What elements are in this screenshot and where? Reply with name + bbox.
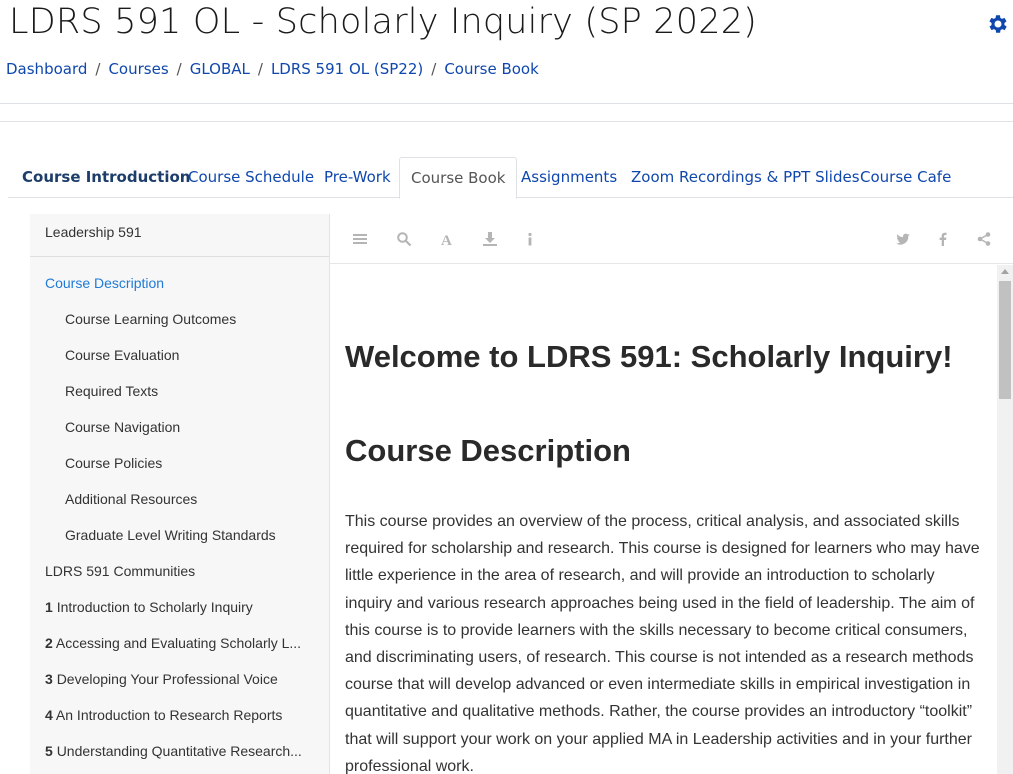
info-icon[interactable] <box>522 231 538 247</box>
chapter-number: 4 <box>45 707 53 723</box>
toc-item[interactable]: Additional Resources <box>30 491 315 507</box>
course-tabs: Course Introduction Course Schedule Pre-… <box>8 157 1013 199</box>
content-scrollbar[interactable] <box>997 265 1013 774</box>
list-icon[interactable] <box>352 231 368 247</box>
toc-item[interactable]: Required Texts <box>30 383 315 399</box>
toc-item-label: Introduction to Scholarly Inquiry <box>56 599 253 615</box>
search-icon[interactable] <box>396 231 412 247</box>
tab-course-book[interactable]: Course Book <box>399 157 518 199</box>
toc-heading[interactable]: Leadership 591 <box>30 214 329 257</box>
toc-item[interactable]: Course Evaluation <box>30 347 315 363</box>
toc-item[interactable]: LDRS 591 Communities <box>30 563 315 579</box>
tab-assignments[interactable]: Assignments <box>521 157 617 198</box>
toc-item-label: Course Description <box>45 275 165 291</box>
divider <box>0 121 1013 122</box>
tab-course-introduction[interactable]: Course Introduction <box>22 157 190 198</box>
tab-zoom-recordings[interactable]: Zoom Recordings & PPT Slides <box>631 157 860 198</box>
book-toc-sidebar: Leadership 591 Course Description Course… <box>30 214 330 774</box>
breadcrumb-global[interactable]: GLOBAL <box>190 60 250 78</box>
toc-item-label: Additional Resources <box>65 491 198 507</box>
course-description-text: This course provides an overview of the … <box>345 513 980 774</box>
chapter-number: 3 <box>45 671 53 687</box>
toc-item-label: Course Learning Outcomes <box>65 311 237 327</box>
toc-item[interactable]: Course Navigation <box>30 419 315 435</box>
divider <box>0 103 1013 104</box>
book-toolbar: A <box>330 214 1013 264</box>
font-icon[interactable]: A <box>439 231 455 247</box>
breadcrumb-separator: / <box>257 60 263 78</box>
toc-item-label: Accessing and Evaluating Scholarly L... <box>55 635 302 651</box>
toc-chapter[interactable]: 4 An Introduction to Research Reports <box>30 707 315 723</box>
breadcrumb-dashboard[interactable]: Dashboard <box>6 60 87 78</box>
toc-chapter[interactable]: 1 Introduction to Scholarly Inquiry <box>30 599 315 615</box>
facebook-icon[interactable] <box>935 231 951 247</box>
scroll-thumb[interactable] <box>999 281 1011 399</box>
toc-item-label: LDRS 591 Communities <box>45 563 196 579</box>
chapter-heading: Welcome to LDRS 591: Scholarly Inquiry! <box>345 339 953 374</box>
breadcrumb-course[interactable]: LDRS 591 OL (SP22) <box>271 60 423 78</box>
toc-item[interactable]: Course Learning Outcomes <box>30 311 315 327</box>
toc-item-label: Understanding Quantitative Research... <box>56 743 302 759</box>
toc-item-label: Required Texts <box>65 383 159 399</box>
toc-item[interactable]: Course Description <box>30 275 315 291</box>
tab-pre-work[interactable]: Pre-Work <box>324 157 391 198</box>
toc-item-label: Course Policies <box>65 455 163 471</box>
chapter-number: 2 <box>45 635 53 651</box>
breadcrumb-courses[interactable]: Courses <box>108 60 168 78</box>
breadcrumb: Dashboard / Courses / GLOBAL / LDRS 591 OL (SP… <box>6 60 539 78</box>
toc-item-label: Course Evaluation <box>65 347 180 363</box>
chapter-number: 1 <box>45 599 53 615</box>
share-icon[interactable] <box>976 231 992 247</box>
twitter-icon[interactable] <box>895 231 911 247</box>
toc-item-label: Course Navigation <box>65 419 181 435</box>
gear-icon[interactable] <box>986 12 1010 36</box>
toc-chapter[interactable]: 2 Accessing and Evaluating Scholarly L..… <box>30 635 315 651</box>
book-content: Welcome to LDRS 591: Scholarly Inquiry! … <box>330 265 997 774</box>
page-title: LDRS 591 OL - Scholarly Inquiry (SP 2022… <box>9 2 758 42</box>
toc-item-label: Developing Your Professional Voice <box>56 671 278 687</box>
breadcrumb-course-book[interactable]: Course Book <box>444 60 538 78</box>
download-icon[interactable] <box>482 231 498 247</box>
tab-course-schedule[interactable]: Course Schedule <box>188 157 314 198</box>
section-heading: Course Description <box>345 433 631 468</box>
svg-text:A: A <box>441 233 452 247</box>
toc-item[interactable]: Course Policies <box>30 455 315 471</box>
chapter-number: 5 <box>45 743 53 759</box>
scroll-up-arrow-icon[interactable] <box>1001 269 1009 274</box>
toc-chapter[interactable]: 3 Developing Your Professional Voice <box>30 671 315 687</box>
toc-item-label: An Introduction to Research Reports <box>55 707 283 723</box>
breadcrumb-separator: / <box>176 60 182 78</box>
breadcrumb-separator: / <box>431 60 437 78</box>
toc-chapter[interactable]: 5 Understanding Quantitative Research... <box>30 743 315 759</box>
tab-course-cafe[interactable]: Course Cafe <box>860 157 951 198</box>
toc-item-label: Graduate Level Writing Standards <box>65 527 276 543</box>
toc-item[interactable]: Graduate Level Writing Standards <box>30 527 315 543</box>
breadcrumb-separator: / <box>95 60 101 78</box>
